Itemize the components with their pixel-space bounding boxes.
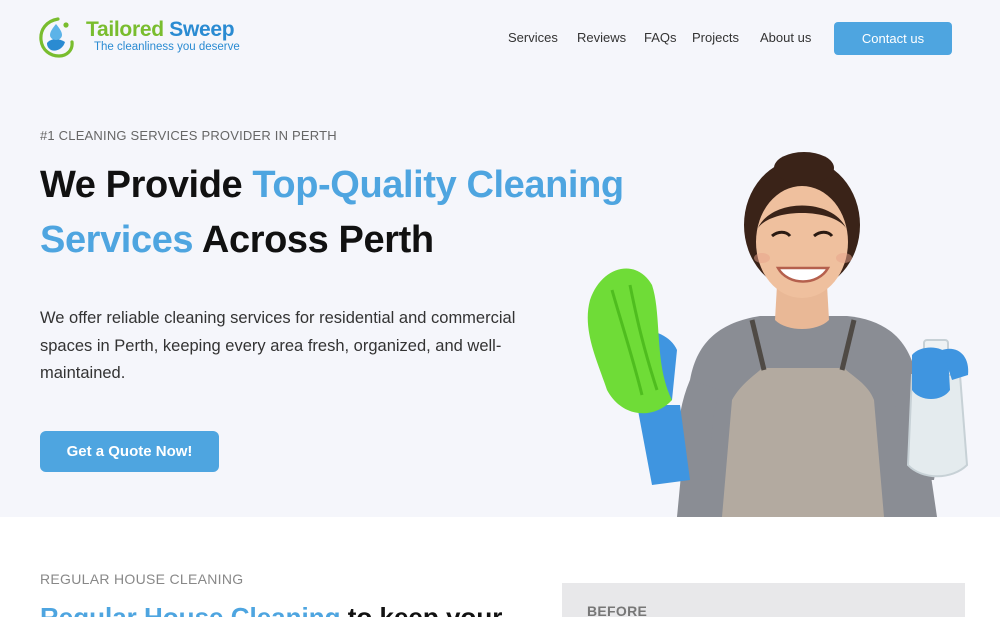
hero-section: Tailored Sweep The cleanliness you deser… xyxy=(0,0,1000,517)
contact-us-button[interactable]: Contact us xyxy=(834,22,952,55)
brand-name-part2: Sweep xyxy=(169,18,235,41)
hero-cleaner-photo xyxy=(587,152,969,517)
headline-part1: We Provide xyxy=(40,164,253,206)
section-title: Regular House Cleaning to keep your xyxy=(40,600,502,617)
nav-link-projects[interactable]: Projects xyxy=(692,30,739,45)
nav-link-about-us[interactable]: About us xyxy=(760,30,811,45)
brand-name: Tailored Sweep xyxy=(86,18,235,42)
section-eyebrow: REGULAR HOUSE CLEANING xyxy=(40,571,244,587)
nav-link-services[interactable]: Services xyxy=(508,30,558,45)
site-logo[interactable]: Tailored Sweep The cleanliness you deser… xyxy=(38,15,258,61)
brand-name-part1: Tailored xyxy=(86,18,164,41)
water-drop-swirl-icon xyxy=(39,17,74,58)
hero-description: We offer reliable cleaning services for … xyxy=(40,309,516,382)
section-title-rest: to keep your xyxy=(340,602,503,617)
headline-part2: Across Perth xyxy=(193,219,434,261)
before-image-card: BEFORE xyxy=(562,583,965,617)
section-title-highlight: Regular House Cleaning xyxy=(40,602,341,617)
hero-eyebrow: #1 CLEANING SERVICES PROVIDER IN PERTH xyxy=(40,128,337,143)
get-quote-button[interactable]: Get a Quote Now! xyxy=(40,431,219,472)
nav-link-faqs[interactable]: FAQs xyxy=(644,30,677,45)
brand-tagline: The cleanliness you deserve xyxy=(94,41,240,53)
before-label: BEFORE xyxy=(587,603,648,617)
nav-link-reviews[interactable]: Reviews xyxy=(577,30,626,45)
